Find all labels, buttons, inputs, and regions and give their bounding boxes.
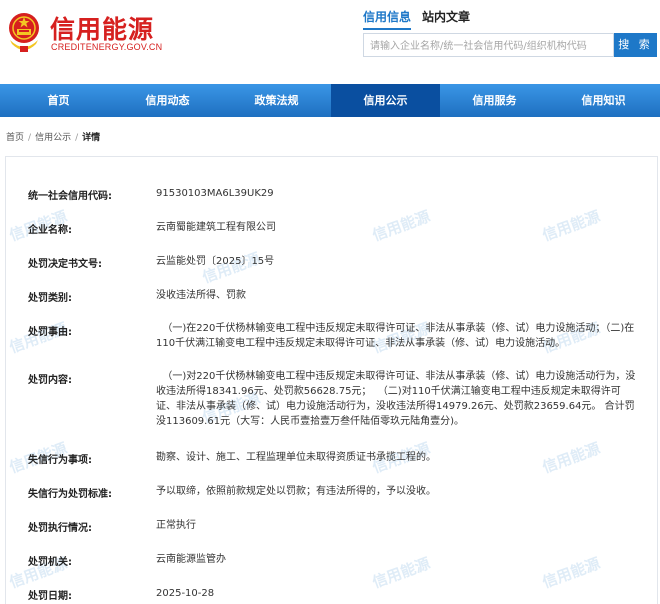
field-value-penalty-type: 没收违法所得、罚款 [156, 290, 246, 301]
field-label-company-name: 企业名称: [28, 225, 72, 236]
nav-item-credit-news[interactable]: 信用动态 [113, 84, 222, 117]
nav-item-credit-disclosure[interactable]: 信用公示 [331, 84, 440, 117]
field-label-dishonest-behavior: 失信行为事项: [28, 455, 92, 466]
site-title[interactable]: 信用能源 [50, 10, 154, 46]
field-value-penalty-authority: 云南能源监管办 [156, 554, 226, 565]
active-tab-indicator [363, 28, 411, 30]
breadcrumb-separator: / [28, 133, 32, 143]
field-label-decision-number: 处罚决定书文号: [28, 259, 102, 270]
field-label-credit-code: 统一社会信用代码: [28, 191, 112, 202]
field-label-execution-status: 处罚执行情况: [28, 523, 92, 534]
field-value-execution-status: 正常执行 [156, 520, 196, 531]
field-value-company-name: 云南蜀能建筑工程有限公司 [156, 222, 276, 233]
breadcrumb-separator: / [75, 133, 79, 143]
search-box [363, 33, 614, 58]
nav-item-policies[interactable]: 政策法规 [222, 84, 331, 117]
field-value-penalty-date: 2025-10-28 [156, 588, 215, 599]
breadcrumb-current: 详情 [82, 133, 101, 143]
field-label-penalty-standard: 失信行为处罚标准: [28, 489, 112, 500]
field-value-credit-code: 91530103MA6L39UK29 [156, 188, 274, 199]
breadcrumb-home[interactable]: 首页 [6, 133, 24, 143]
detail-panel: 信用能源 信用能源 信用能源 信用能源 信用能源 信用能源 信用能源 信用能源 … [5, 156, 658, 604]
field-label-penalty-content: 处罚内容: [28, 375, 72, 386]
field-value-penalty-standard: 予以取缔，依照前款规定处以罚款；有违法所得的，予以没收。 [156, 486, 436, 497]
field-value-decision-number: 云监能处罚〔2025〕15号 [156, 256, 275, 267]
field-label-penalty-authority: 处罚机关: [28, 557, 72, 568]
search-button[interactable]: 搜 索 [614, 33, 657, 57]
field-value-dishonest-behavior: 勘察、设计、施工、工程监理单位未取得资质证书承揽工程的。 [156, 452, 436, 463]
national-emblem-icon[interactable] [6, 10, 42, 54]
nav-item-home[interactable]: 首页 [4, 84, 113, 117]
main-nav: 首页 信用动态 政策法规 信用公示 信用服务 信用知识 [0, 84, 660, 117]
breadcrumb: 首页 / 信用公示 / 详情 [6, 130, 100, 143]
field-label-penalty-date: 处罚日期: [28, 591, 72, 602]
field-label-penalty-type: 处罚类别: [28, 293, 72, 304]
breadcrumb-credit-disclosure[interactable]: 信用公示 [35, 133, 71, 143]
site-header: 信用能源 CREDITENERGY.GOV.CN 信用信息 站内文章 搜 索 [0, 0, 660, 84]
site-domain: CREDITENERGY.GOV.CN [51, 42, 163, 52]
field-value-penalty-reason: （一)在220千伏杨林输变电工程中违反规定未取得许可证、非法从事承装（修、试）电… [156, 323, 635, 349]
tab-site-articles[interactable]: 站内文章 [422, 8, 470, 25]
nav-item-credit-services[interactable]: 信用服务 [440, 84, 549, 117]
tab-credit-info[interactable]: 信用信息 [363, 8, 411, 25]
field-value-penalty-content: （一)对220千伏杨林输变电工程中违反规定未取得许可证、非法从事承装（修、试）电… [156, 371, 636, 427]
field-label-penalty-reason: 处罚事由: [28, 327, 72, 338]
search-input[interactable] [364, 35, 613, 58]
nav-item-credit-knowledge[interactable]: 信用知识 [549, 84, 658, 117]
